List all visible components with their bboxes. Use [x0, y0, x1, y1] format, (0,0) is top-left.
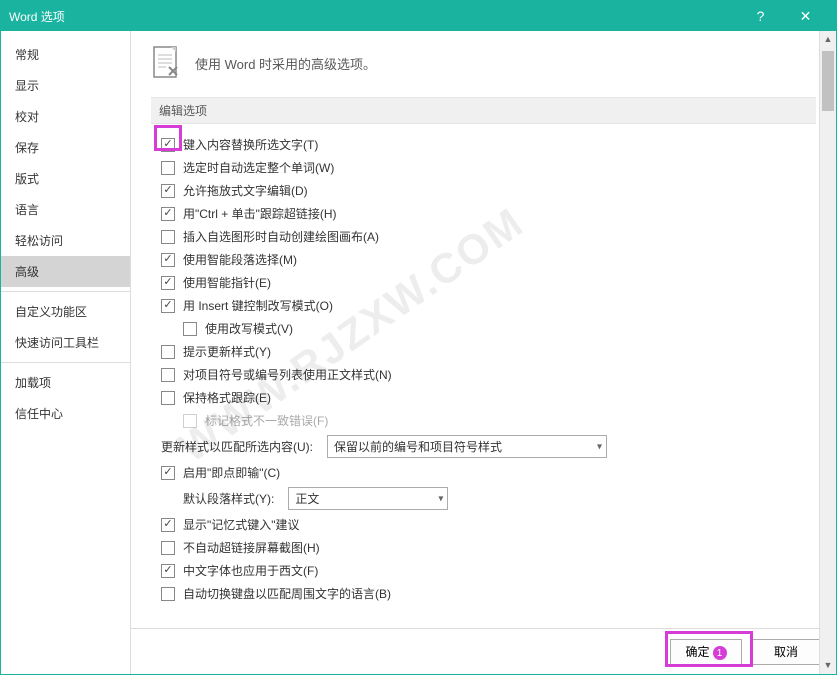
option-row: 允许拖放式文字编辑(D)	[161, 182, 816, 199]
checkbox	[183, 414, 197, 428]
option-label[interactable]: 使用改写模式(V)	[205, 320, 293, 337]
sidebar-item-quick-access[interactable]: 快速访问工具栏	[1, 327, 130, 358]
option-row: 提示更新样式(Y)	[161, 343, 816, 360]
default-para-dropdown[interactable]: 正文	[288, 487, 448, 510]
checkbox[interactable]	[161, 587, 175, 601]
option-label[interactable]: 显示"记忆式键入"建议	[183, 516, 300, 533]
checkbox[interactable]	[161, 518, 175, 532]
sidebar-item-customize-ribbon[interactable]: 自定义功能区	[1, 296, 130, 327]
sidebar-item-language[interactable]: 语言	[1, 194, 130, 225]
close-button[interactable]: ✕	[783, 8, 828, 25]
annotation-badge: 1	[713, 646, 727, 660]
option-label[interactable]: 保持格式跟踪(E)	[183, 389, 271, 406]
scroll-down-button[interactable]: ▼	[820, 657, 836, 674]
default-para-label: 默认段落样式(Y):	[183, 490, 274, 507]
sidebar-item-general[interactable]: 常规	[1, 39, 130, 70]
style-update-row: 更新样式以匹配所选内容(U): 保留以前的编号和项目符号样式	[161, 435, 816, 458]
checkbox[interactable]	[161, 138, 175, 152]
checkbox[interactable]	[161, 564, 175, 578]
option-row: 中文字体也应用于西文(F)	[161, 562, 816, 579]
options-dialog: Word 选项 ? ✕ 常规 显示 校对 保存 版式 语言 轻松访问 高级 自定…	[0, 0, 837, 675]
checkbox[interactable]	[161, 368, 175, 382]
help-button[interactable]: ?	[738, 8, 783, 24]
option-label: 标记格式不一致错误(F)	[205, 412, 328, 429]
option-label[interactable]: 使用智能指针(E)	[183, 274, 271, 291]
ok-button[interactable]: 确定1	[670, 639, 742, 665]
checkbox[interactable]	[161, 391, 175, 405]
sidebar-item-layout[interactable]: 版式	[1, 163, 130, 194]
checkbox[interactable]	[161, 299, 175, 313]
checkbox[interactable]	[161, 184, 175, 198]
option-row: 用"Ctrl + 单击"跟踪超链接(H)	[161, 205, 816, 222]
option-row: 标记格式不一致错误(F)	[183, 412, 816, 429]
sidebar-item-addins[interactable]: 加载项	[1, 367, 130, 398]
option-row: 键入内容替换所选文字(T)	[161, 136, 816, 153]
sidebar-item-display[interactable]: 显示	[1, 70, 130, 101]
checkbox[interactable]	[161, 345, 175, 359]
option-label[interactable]: 插入自选图形时自动创建绘图画布(A)	[183, 228, 379, 245]
main-panel: 使用 Word 时采用的高级选项。 编辑选项 键入内容替换所选文字(T) 选定时自…	[131, 31, 836, 674]
checkbox[interactable]	[183, 322, 197, 336]
option-label[interactable]: 键入内容替换所选文字(T)	[183, 136, 318, 153]
style-update-label: 更新样式以匹配所选内容(U):	[161, 438, 313, 455]
style-update-dropdown[interactable]: 保留以前的编号和项目符号样式	[327, 435, 607, 458]
option-row: 自动切换键盘以匹配周围文字的语言(B)	[161, 585, 816, 602]
option-label[interactable]: 用 Insert 键控制改写模式(O)	[183, 297, 333, 314]
option-row: 对项目符号或编号列表使用正文样式(N)	[161, 366, 816, 383]
option-label[interactable]: 选定时自动选定整个单词(W)	[183, 159, 334, 176]
titlebar: Word 选项 ? ✕	[1, 1, 836, 31]
default-para-row: 默认段落样式(Y): 正文	[183, 487, 816, 510]
option-label[interactable]: 提示更新样式(Y)	[183, 343, 271, 360]
separator	[1, 291, 130, 292]
click-type-row: 启用"即点即输"(C)	[161, 464, 816, 481]
sidebar: 常规 显示 校对 保存 版式 语言 轻松访问 高级 自定义功能区 快速访问工具栏…	[1, 31, 131, 674]
click-type-label[interactable]: 启用"即点即输"(C)	[183, 464, 280, 481]
option-label[interactable]: 自动切换键盘以匹配周围文字的语言(B)	[183, 585, 391, 602]
content: 常规 显示 校对 保存 版式 语言 轻松访问 高级 自定义功能区 快速访问工具栏…	[1, 31, 836, 674]
option-label[interactable]: 用"Ctrl + 单击"跟踪超链接(H)	[183, 205, 337, 222]
option-label[interactable]: 对项目符号或编号列表使用正文样式(N)	[183, 366, 392, 383]
option-label[interactable]: 使用智能段落选择(M)	[183, 251, 297, 268]
option-row: 显示"记忆式键入"建议	[161, 516, 816, 533]
sidebar-item-advanced[interactable]: 高级	[1, 256, 130, 287]
scroll-up-button[interactable]: ▲	[820, 31, 836, 48]
separator	[1, 362, 130, 363]
sidebar-item-proofing[interactable]: 校对	[1, 101, 130, 132]
sidebar-item-ease[interactable]: 轻松访问	[1, 225, 130, 256]
checkbox[interactable]	[161, 161, 175, 175]
sidebar-item-save[interactable]: 保存	[1, 132, 130, 163]
option-row: 使用改写模式(V)	[183, 320, 816, 337]
scroll-thumb[interactable]	[822, 51, 834, 111]
checkbox[interactable]	[161, 253, 175, 267]
option-label[interactable]: 中文字体也应用于西文(F)	[183, 562, 318, 579]
window-title: Word 选项	[9, 8, 738, 25]
main-scroll: 使用 Word 时采用的高级选项。 编辑选项 键入内容替换所选文字(T) 选定时自…	[131, 31, 836, 628]
section-editing: 编辑选项	[151, 97, 816, 124]
sidebar-item-trust[interactable]: 信任中心	[1, 398, 130, 429]
document-icon	[151, 45, 183, 81]
option-row: 使用智能指针(E)	[161, 274, 816, 291]
option-row: 用 Insert 键控制改写模式(O)	[161, 297, 816, 314]
option-row: 保持格式跟踪(E)	[161, 389, 816, 406]
checkbox[interactable]	[161, 207, 175, 221]
header-row: 使用 Word 时采用的高级选项。	[151, 45, 816, 81]
header-text: 使用 Word 时采用的高级选项。	[195, 54, 376, 73]
option-row: 不自动超链接屏幕截图(H)	[161, 539, 816, 556]
checkbox[interactable]	[161, 541, 175, 555]
checkbox[interactable]	[161, 276, 175, 290]
option-row: 插入自选图形时自动创建绘图画布(A)	[161, 228, 816, 245]
option-label[interactable]: 不自动超链接屏幕截图(H)	[183, 539, 320, 556]
option-row: 选定时自动选定整个单词(W)	[161, 159, 816, 176]
vertical-scrollbar[interactable]: ▲ ▼	[819, 31, 836, 674]
footer: 确定1 取消	[131, 628, 836, 674]
cancel-button[interactable]: 取消	[750, 639, 822, 665]
option-row: 使用智能段落选择(M)	[161, 251, 816, 268]
option-label[interactable]: 允许拖放式文字编辑(D)	[183, 182, 308, 199]
checkbox[interactable]	[161, 230, 175, 244]
checkbox-click-type[interactable]	[161, 466, 175, 480]
